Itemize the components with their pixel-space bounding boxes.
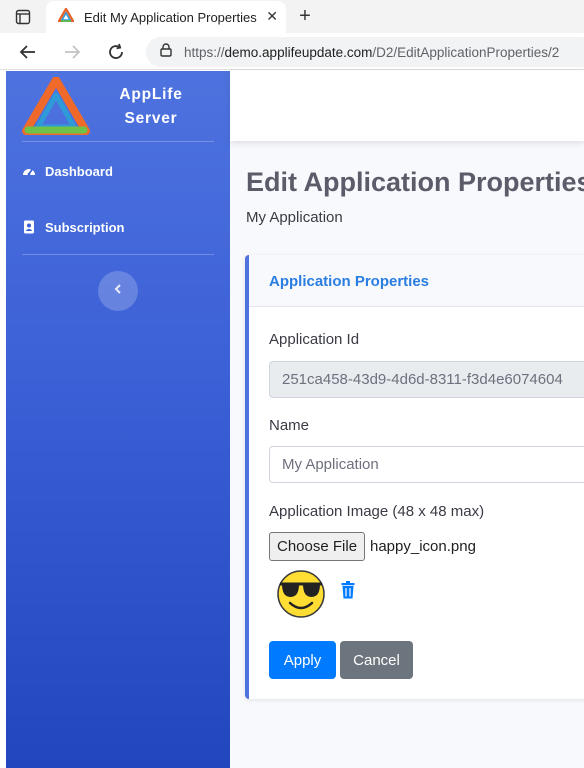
main-content: Edit Application Properties My Applicati…	[230, 71, 584, 768]
application-image-label: Application Image (48 x 48 max)	[269, 503, 485, 520]
cancel-button[interactable]: Cancel	[340, 641, 413, 679]
application-id-field: 251ca458-43d9-4d6d-8311-f3d4e6074604	[269, 361, 584, 398]
sidebar-item-label: Subscription	[45, 219, 125, 235]
topbar	[230, 71, 584, 141]
card-header: Application Properties	[249, 255, 584, 307]
selected-file-name: happy_icon.png	[370, 538, 476, 555]
browser-address-bar: https://demo.applifeupdate.com/D2/EditAp…	[0, 33, 584, 70]
trash-icon[interactable]	[341, 581, 355, 599]
sidebar-item-label: Dashboard	[45, 163, 113, 179]
name-field[interactable]: My Application	[269, 446, 584, 483]
sidebar-toggle-button[interactable]	[98, 271, 138, 311]
browser-tab-bar: Edit My Application Properties ✕ +	[0, 0, 584, 33]
choose-file-button[interactable]: Choose File	[269, 532, 366, 561]
url-field[interactable]: https://demo.applifeupdate.com/D2/EditAp…	[146, 37, 584, 67]
forward-arrow-icon[interactable]	[60, 41, 84, 63]
back-arrow-icon[interactable]	[16, 41, 40, 63]
chevron-left-icon	[113, 282, 123, 300]
lock-icon	[160, 42, 172, 62]
sidebar-divider	[22, 141, 214, 142]
page-subtitle: My Application	[246, 209, 343, 226]
page-title: Edit Application Properties	[246, 167, 584, 197]
refresh-icon[interactable]	[104, 41, 128, 63]
browser-tab[interactable]: Edit My Application Properties ✕	[46, 1, 286, 33]
application-id-label: Application Id	[269, 331, 360, 348]
sidebar: AppLife Server Dashboard Subscription	[6, 71, 230, 768]
sunglasses-smiley-icon	[277, 570, 325, 618]
brand-name: AppLife Server	[119, 86, 183, 127]
url-text: https://demo.applifeupdate.com/D2/EditAp…	[184, 44, 560, 60]
apply-button[interactable]: Apply	[269, 641, 336, 679]
new-tab-icon[interactable]: +	[294, 4, 316, 28]
sidebar-item-dashboard[interactable]: Dashboard	[22, 159, 113, 183]
tab-title: Edit My Application Properties	[84, 9, 257, 25]
application-properties-card: Application Properties Application Id 25…	[245, 255, 584, 699]
card-title: Application Properties	[269, 273, 430, 290]
brand-link[interactable]: AppLife Server	[6, 71, 230, 141]
applife-favicon-icon	[56, 6, 76, 27]
sidebar-item-subscription[interactable]: Subscription	[22, 215, 124, 239]
name-label: Name	[269, 417, 310, 434]
close-tab-icon[interactable]: ✕	[266, 8, 278, 25]
tab-actions-icon[interactable]	[10, 6, 36, 28]
applife-logo-icon	[22, 77, 90, 135]
tachometer-icon	[22, 164, 36, 178]
address-book-icon	[22, 220, 36, 234]
sidebar-divider	[22, 254, 214, 255]
